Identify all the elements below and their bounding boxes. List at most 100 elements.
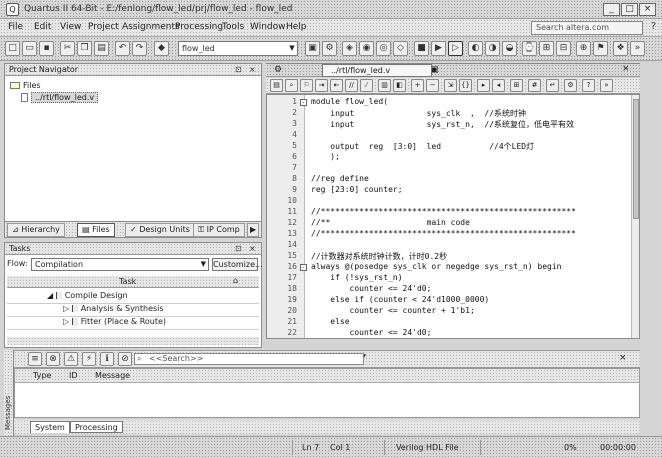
insert-template-icon[interactable]: ⊞ (510, 79, 523, 92)
chevron-down-icon[interactable]: ▼ (287, 42, 297, 55)
code-line[interactable]: //**************************************… (311, 207, 576, 216)
uncomment-icon[interactable]: ⁄ (360, 79, 373, 92)
tabs-scroll-right-icon[interactable]: ▶ (247, 223, 260, 237)
assignment-editor-icon[interactable]: ◈ (342, 41, 357, 56)
customize-button[interactable]: Customize... (212, 258, 263, 271)
menu-file[interactable]: File (8, 22, 23, 32)
wrap-icon[interactable]: ↵ (546, 79, 559, 92)
menu-help[interactable]: Help (286, 22, 307, 32)
code-line[interactable]: reg [23:0] counter; (311, 185, 403, 194)
signaltap-icon[interactable]: ⚑ (593, 41, 608, 56)
timing-icon[interactable]: ◎ (376, 41, 391, 56)
start-analysis-icon[interactable]: ▷ (448, 41, 463, 56)
minimize-button[interactable]: _ (603, 3, 620, 16)
close-panel-icon[interactable]: × (249, 64, 256, 75)
float-panel-icon[interactable]: ⊡ (235, 243, 242, 254)
chip-planner-icon[interactable]: ▣ (305, 41, 320, 56)
suppress-icon[interactable]: ⊘ (118, 352, 132, 366)
fold-toggle-icon[interactable]: - (300, 99, 307, 106)
tasks-hscroll[interactable] (7, 337, 259, 345)
file-item[interactable]: ../rtl/flow_led.v (21, 92, 99, 103)
code-line[interactable]: counter <= 24'd0; (311, 284, 432, 293)
code-line[interactable]: input sys_rst_n, //系统复位，低电平有效 (311, 119, 574, 130)
close-button[interactable]: × (639, 3, 656, 16)
project-selector[interactable]: flow_led (178, 41, 298, 56)
symbol-icon[interactable]: ◧ (393, 79, 406, 92)
assembler-icon[interactable]: ◒ (502, 41, 517, 56)
code-line[interactable]: //**************************************… (311, 229, 576, 238)
redo-icon[interactable]: ↷ (132, 41, 147, 56)
code-line[interactable]: if (!sys_rst_n) (311, 273, 402, 282)
comment-icon[interactable]: // (345, 79, 358, 92)
info-filter-icon[interactable]: ℹ (100, 352, 114, 366)
match-icon[interactable]: {} (459, 79, 472, 92)
code-line[interactable]: output reg [3:0] led //4个LED灯 (311, 141, 534, 152)
netlist-viewer-icon[interactable]: ⊟ (556, 41, 571, 56)
menu-processing[interactable]: Processing (175, 22, 223, 32)
task-row[interactable]: ▷ Fitter (Place & Route) (7, 317, 259, 330)
undo-icon[interactable]: ↶ (115, 41, 130, 56)
message-column[interactable]: Message (95, 369, 130, 382)
menu-edit[interactable]: Edit (34, 22, 51, 32)
outdent-icon[interactable]: ⇤ (330, 79, 343, 92)
files-root[interactable]: Files (10, 81, 41, 90)
settings-icon[interactable]: ⚙ (322, 41, 337, 56)
editor-help-icon[interactable]: ? (582, 79, 595, 92)
fitter-icon[interactable]: ◑ (485, 41, 500, 56)
code-line[interactable]: always @(posedge sys_clk or negedge sys_… (311, 262, 561, 271)
design-partition-icon[interactable]: ◇ (393, 41, 408, 56)
all-messages-icon[interactable]: ≡ (28, 352, 42, 366)
editor-settings-icon[interactable]: ⚙ (564, 79, 577, 92)
go-to-line-icon[interactable]: ⇲ (444, 79, 457, 92)
fold-toggle-icon[interactable]: - (300, 264, 307, 271)
task-options-icon[interactable]: ⌂ (233, 276, 238, 285)
ip-catalog-icon[interactable]: ❖ (613, 41, 628, 56)
editor-more-icon[interactable]: » (600, 79, 613, 92)
code-line[interactable]: //reg define (311, 174, 369, 183)
code-line[interactable]: //** main code (311, 218, 470, 227)
editor-tab[interactable]: ../rtl/flow_led.v (322, 64, 432, 77)
message-list[interactable]: Type ID Message (14, 368, 640, 418)
toolbar-more-icon[interactable]: » (630, 41, 645, 56)
menu-tools[interactable]: Tools (222, 22, 244, 32)
maximize-button[interactable]: □ (621, 3, 638, 16)
code-editor[interactable]: 1-2 3 4 5 6 7 8 9 10 11 12 13 14 15 16-17 18 19 20 21 22 mo… (266, 94, 640, 339)
bookmark-icon[interactable]: ⚐ (300, 79, 313, 92)
project-icon[interactable]: ◆ (154, 41, 169, 56)
id-column[interactable]: ID (69, 369, 78, 382)
help-icon[interactable]: ? (647, 21, 660, 35)
tab-hierarchy[interactable]: ⊿ Hierarchy (7, 223, 65, 237)
code-line[interactable]: else (311, 317, 349, 326)
bookmark-prev-icon[interactable]: ◂ (492, 79, 505, 92)
timing-analyzer-icon[interactable]: ⌚ (522, 41, 537, 56)
menu-assignments[interactable]: Assignments (122, 22, 180, 32)
task-row[interactable]: ◢ Compile Design (7, 291, 259, 304)
template-icon[interactable]: ▥ (378, 79, 391, 92)
code-line[interactable]: counter <= counter + 1'b1; (311, 306, 475, 315)
line-numbers-icon[interactable]: # (528, 79, 541, 92)
zoom-out-icon[interactable]: − (426, 79, 439, 92)
close-editor-icon[interactable]: × (622, 64, 630, 74)
tab-system[interactable]: System (30, 421, 70, 433)
code-line[interactable]: module flow_led( (311, 97, 388, 106)
compile-icon[interactable]: ▶ (431, 41, 446, 56)
open-icon[interactable]: ▤ (270, 79, 283, 92)
flow-select[interactable]: Compilation ▼ (31, 258, 209, 271)
close-messages-icon[interactable]: × (619, 353, 627, 363)
tab-ip-components[interactable]: ⚿ IP Comp (193, 223, 245, 237)
analysis-synthesis-icon[interactable]: ◐ (468, 41, 483, 56)
code-line[interactable]: //计数器对系统时钟计数，计时0.2秒 (311, 251, 447, 262)
menu-view[interactable]: View (60, 22, 81, 32)
error-filter-icon[interactable]: ⊗ (46, 352, 60, 366)
programmer-icon[interactable]: ⊕ (576, 41, 591, 56)
task-row[interactable]: ▷ Analysis & Synthesis (7, 304, 259, 317)
tab-files[interactable]: ▤ Files (77, 223, 115, 237)
open-file-icon[interactable]: ▭ (22, 41, 37, 56)
tab-processing[interactable]: Processing (70, 421, 123, 433)
bookmark-next-icon[interactable]: ▸ (477, 79, 490, 92)
menu-window[interactable]: Window (250, 22, 286, 32)
float-panel-icon[interactable]: ⊡ (235, 64, 242, 75)
code-line[interactable]: counter <= 24'd0; (311, 328, 432, 337)
editor-vertical-scrollbar[interactable] (631, 95, 639, 338)
cut-icon[interactable]: ✂ (60, 41, 75, 56)
